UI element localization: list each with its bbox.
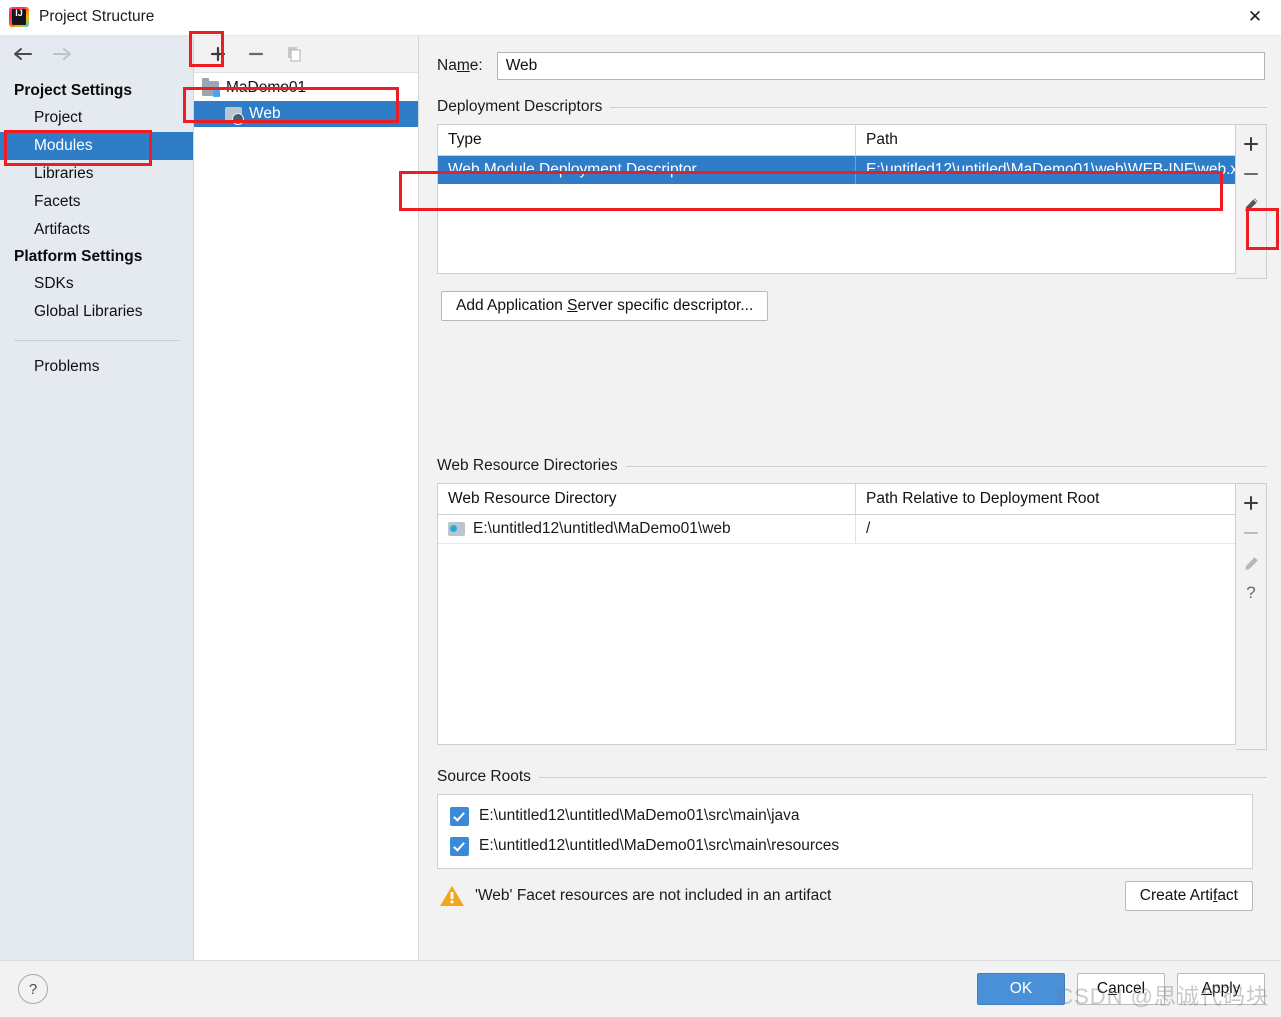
web-resource-directories-table-wrap: Web Resource Directory Path Relative to … — [437, 483, 1267, 750]
deployment-descriptors-table: Type Path Web Module Deployment Descript… — [437, 124, 1236, 274]
project-structure-dialog: Project Structure ✕ Project Settings Pro… — [0, 0, 1281, 1017]
cell-web-resource-directory: E:\untitled12\untitled\MaDemo01\web — [438, 515, 856, 543]
tree-node-web[interactable]: Web — [194, 101, 418, 127]
table-header: Type Path — [438, 125, 1235, 156]
create-artifact-button[interactable]: Create Artifact — [1124, 881, 1253, 911]
table-row[interactable]: Web Module Deployment Descriptor E:\unti… — [438, 156, 1235, 184]
facet-warning-text: 'Web' Facet resources are not included i… — [475, 887, 832, 904]
sidebar-item-problems[interactable]: Problems — [0, 353, 193, 381]
sidebar-nav-arrows — [0, 36, 193, 72]
sidebar-divider — [14, 340, 179, 341]
column-header-web-resource-directory[interactable]: Web Resource Directory — [438, 484, 856, 514]
apply-button[interactable]: Apply — [1177, 973, 1265, 1005]
source-roots-label: Source Roots — [437, 768, 531, 785]
column-header-relative-path[interactable]: Path Relative to Deployment Root — [856, 484, 1235, 514]
sidebar-group-project-settings: Project Settings — [14, 82, 132, 99]
source-root-checkbox[interactable] — [450, 836, 469, 856]
column-header-type[interactable]: Type — [438, 125, 856, 155]
sidebar-group-platform-settings: Platform Settings — [14, 248, 143, 265]
help-button[interactable]: ? — [18, 974, 48, 1004]
list-item[interactable]: E:\untitled12\untitled\MaDemo01\src\main… — [438, 801, 1252, 831]
add-app-server-descriptor-row: Add Application Server specific descript… — [441, 291, 1267, 321]
section-divider — [610, 106, 1267, 108]
source-roots-header: Source Roots — [423, 768, 1267, 786]
deployment-descriptors-tools — [1236, 124, 1267, 279]
column-header-path[interactable]: Path — [856, 125, 1235, 155]
deployment-descriptors-table-wrap: Type Path Web Module Deployment Descript… — [437, 124, 1267, 279]
module-settings-panel: Name: Deployment Descriptors Type Path W… — [419, 36, 1281, 960]
help-web-resource-button[interactable]: ? — [1238, 579, 1264, 607]
table-body: E:\untitled12\untitled\MaDemo01\web / — [438, 515, 1235, 744]
remove-module-button[interactable] — [244, 42, 268, 66]
intellij-idea-icon — [9, 7, 29, 27]
tree-node-label: MaDemo01 — [226, 79, 307, 96]
sidebar-list: Project Settings Project Modules Librari… — [0, 72, 193, 381]
dialog-footer: ? OK Cancel Apply CSDN @思诚代码块 — [0, 960, 1281, 1017]
module-tree-toolbar — [194, 36, 418, 73]
source-root-checkbox[interactable] — [450, 806, 469, 826]
edit-web-resource-button — [1238, 549, 1264, 577]
settings-sidebar: Project Settings Project Modules Librari… — [0, 36, 194, 960]
forward-arrow-icon — [49, 43, 75, 65]
name-label: Name: — [437, 57, 483, 74]
copy-module-button[interactable] — [282, 42, 306, 66]
footer-actions: OK Cancel Apply — [977, 973, 1265, 1005]
back-arrow-icon[interactable] — [10, 43, 36, 65]
web-resource-directories-label: Web Resource Directories — [437, 457, 618, 474]
title-bar: Project Structure ✕ — [0, 0, 1281, 35]
add-module-button[interactable] — [206, 42, 230, 66]
dialog-body: Project Settings Project Modules Librari… — [0, 35, 1281, 960]
cell-path: E:\untitled12\untitled\MaDemo01\web\WEB-… — [866, 161, 1235, 178]
tree-node-label: Web — [249, 105, 281, 122]
close-icon[interactable]: ✕ — [1229, 0, 1281, 34]
source-roots-list: E:\untitled12\untitled\MaDemo01\src\main… — [437, 794, 1253, 869]
deployment-descriptors-label: Deployment Descriptors — [437, 98, 603, 115]
web-resource-directories-table: Web Resource Directory Path Relative to … — [437, 483, 1236, 745]
sidebar-item-facets[interactable]: Facets — [0, 188, 193, 216]
source-root-path: E:\untitled12\untitled\MaDemo01\src\main… — [479, 807, 800, 824]
add-web-resource-button[interactable] — [1238, 489, 1264, 517]
warning-triangle-icon — [439, 884, 465, 908]
web-facet-icon — [225, 106, 244, 125]
table-header: Web Resource Directory Path Relative to … — [438, 484, 1235, 515]
module-tree-rows: MaDemo01 Web — [194, 73, 418, 960]
web-resource-directories-tools: ? — [1236, 483, 1267, 750]
web-resource-directories-header: Web Resource Directories — [423, 457, 1267, 475]
name-row: Name: — [423, 52, 1265, 80]
list-item[interactable]: E:\untitled12\untitled\MaDemo01\src\main… — [438, 831, 1252, 861]
module-folder-icon — [202, 77, 220, 97]
remove-descriptor-button[interactable] — [1238, 160, 1264, 188]
panel-spacer — [423, 321, 1267, 439]
table-row[interactable]: E:\untitled12\untitled\MaDemo01\web / — [438, 515, 1235, 544]
deployment-descriptors-header: Deployment Descriptors — [423, 98, 1267, 116]
sidebar-item-project[interactable]: Project — [0, 104, 193, 132]
sidebar-item-sdks[interactable]: SDKs — [0, 270, 193, 298]
tree-node-mademo01[interactable]: MaDemo01 — [194, 75, 418, 101]
sidebar-item-modules[interactable]: Modules — [0, 132, 193, 160]
section-divider — [625, 465, 1267, 467]
sidebar-item-artifacts[interactable]: Artifacts — [0, 216, 193, 244]
source-root-path: E:\untitled12\untitled\MaDemo01\src\main… — [479, 837, 840, 854]
edit-descriptor-button[interactable] — [1238, 190, 1264, 218]
web-resource-folder-icon — [448, 522, 465, 536]
section-divider — [538, 776, 1267, 778]
cancel-button[interactable]: Cancel — [1077, 973, 1165, 1005]
window-title: Project Structure — [39, 8, 155, 25]
cell-type: Web Module Deployment Descriptor — [438, 156, 856, 184]
module-name-input[interactable] — [496, 52, 1265, 80]
cell-relative-path: / — [866, 520, 871, 537]
cell-text: E:\untitled12\untitled\MaDemo01\web — [473, 520, 731, 537]
add-descriptor-button[interactable] — [1238, 130, 1264, 158]
remove-web-resource-button — [1238, 519, 1264, 547]
sidebar-item-global-libraries[interactable]: Global Libraries — [0, 298, 193, 326]
module-tree-panel: MaDemo01 Web — [194, 36, 419, 960]
facet-warning-row: 'Web' Facet resources are not included i… — [439, 881, 1253, 911]
table-body: Web Module Deployment Descriptor E:\unti… — [438, 156, 1235, 273]
add-app-server-descriptor-button[interactable]: Add Application Server specific descript… — [441, 291, 769, 321]
ok-button[interactable]: OK — [977, 973, 1065, 1005]
sidebar-item-libraries[interactable]: Libraries — [0, 160, 193, 188]
